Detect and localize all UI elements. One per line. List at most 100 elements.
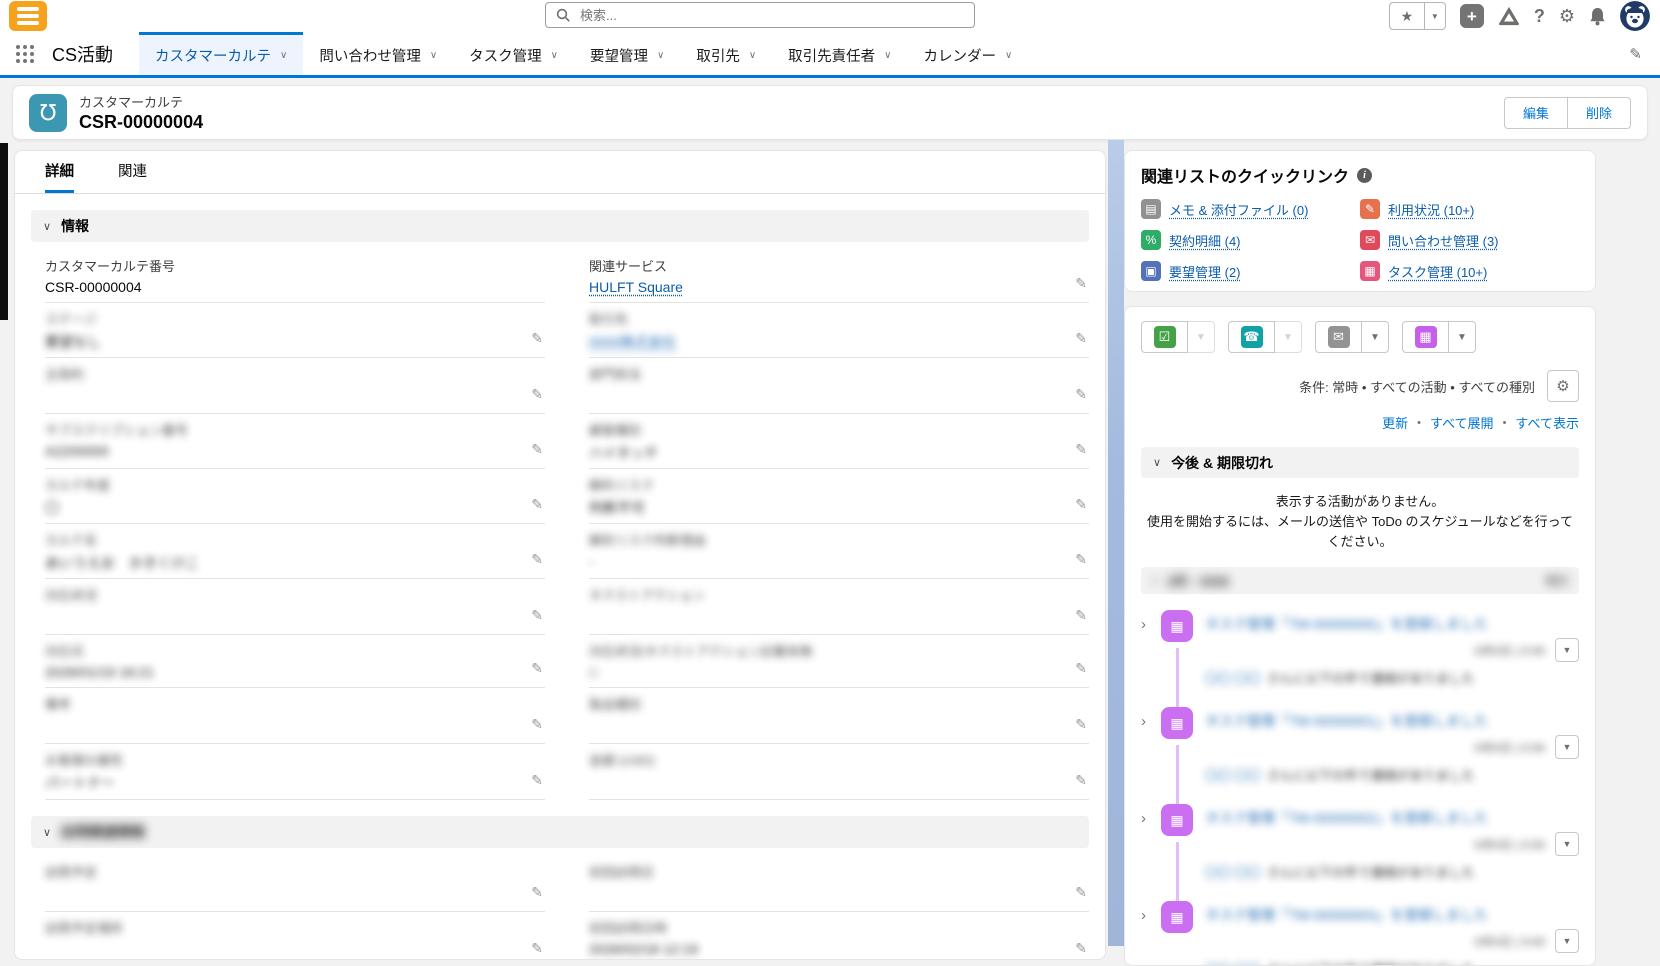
setup-gear-icon[interactable]: ⚙ (1559, 6, 1575, 27)
help-icon[interactable]: ? (1534, 6, 1545, 27)
nav-tab[interactable]: 問い合わせ管理 ∨ (303, 32, 453, 75)
related-list-quick-link[interactable]: ▣ 要望管理 (2) (1141, 261, 1360, 281)
timeline-collapse-button[interactable]: ▼ (1555, 735, 1579, 759)
related-list-quick-link[interactable]: ✉ 問い合わせ管理 (3) (1360, 230, 1579, 250)
action-dropdown-icon[interactable]: ▼ (1449, 321, 1476, 353)
chevron-down-icon[interactable]: ∨ (551, 50, 558, 61)
edit-pencil-icon[interactable]: ✎ (1075, 275, 1087, 292)
search-input[interactable] (578, 7, 964, 24)
refresh-link[interactable]: 更新 (1382, 413, 1408, 432)
edit-pencil-icon[interactable]: ✎ (1075, 940, 1087, 957)
log-a-call-button[interactable]: ☎ (1228, 321, 1275, 353)
edit-pencil-icon[interactable]: ✎ (1075, 330, 1087, 347)
edit-pencil-icon[interactable]: ✎ (531, 551, 543, 568)
edit-pencil-icon[interactable]: ✎ (1075, 386, 1087, 403)
nav-tab[interactable]: 要望管理 ∨ (574, 32, 680, 75)
notification-bell-icon[interactable] (1589, 7, 1606, 26)
chevron-down-icon[interactable]: ∨ (884, 50, 891, 61)
edit-pencil-icon[interactable]: ✎ (531, 772, 543, 789)
filter-gear-icon[interactable]: ⚙ (1547, 370, 1579, 402)
app-launcher-icon[interactable] (16, 45, 34, 63)
company-logo[interactable] (9, 1, 47, 31)
chevron-down-icon[interactable]: ∨ (1005, 50, 1012, 61)
new-event-button[interactable]: ▦ (1402, 321, 1449, 353)
edit-pencil-icon[interactable]: ✎ (1075, 551, 1087, 568)
edit-pencil-icon[interactable]: ✎ (1075, 441, 1087, 458)
edit-pencil-icon[interactable]: ✎ (531, 607, 543, 624)
delete-button[interactable]: 削除 (1567, 97, 1631, 129)
chevron-down-icon[interactable]: ∨ (749, 50, 756, 61)
edit-pencil-icon[interactable]: ✎ (1075, 607, 1087, 624)
favorites-dropdown-icon[interactable]: ▼ (1425, 2, 1446, 30)
timeline-user-link[interactable]: 〇〇 〇〇 (1205, 668, 1261, 687)
related-list-quick-link[interactable]: % 契約明細 (4) (1141, 230, 1360, 250)
edit-pencil-icon[interactable]: ✎ (1075, 496, 1087, 513)
nav-tab[interactable]: 取引先 ∨ (680, 32, 772, 75)
edit-navigation-pencil-icon[interactable]: ✎ (1629, 45, 1642, 63)
favorites-star-icon[interactable]: ★ (1389, 2, 1425, 30)
edit-pencil-icon[interactable]: ✎ (1075, 660, 1087, 677)
app-name: CS活動 (52, 41, 113, 67)
expand-all-link[interactable]: すべて展開 (1430, 413, 1494, 432)
nav-tab[interactable]: カスタマーカルテ ∨ (139, 32, 303, 75)
expand-chevron-icon[interactable]: › (1141, 907, 1157, 924)
email-button[interactable]: ✉ (1315, 321, 1362, 353)
visit-fields-grid: 訪問予定 ✎ 初回訪問日 ✎ 訪問予定場所 ✎ 初回訪問日時 2026/02/1… (15, 856, 1105, 960)
chevron-down-icon[interactable]: ∨ (280, 50, 287, 61)
timeline-title-link[interactable]: タスク管理「TM-00000002」を登録しました (1205, 808, 1488, 828)
edit-pencil-icon[interactable]: ✎ (1075, 716, 1087, 733)
edit-pencil-icon[interactable]: ✎ (531, 386, 543, 403)
action-dropdown-icon[interactable]: ▼ (1188, 321, 1215, 353)
global-add-icon[interactable]: + (1460, 4, 1484, 28)
edit-pencil-icon[interactable]: ✎ (531, 716, 543, 733)
global-search[interactable] (545, 2, 975, 28)
action-dropdown-icon[interactable]: ▼ (1362, 321, 1389, 353)
expand-chevron-icon[interactable]: › (1141, 810, 1157, 827)
user-avatar[interactable] (1620, 1, 1650, 31)
timeline-month-header[interactable]: ∨ 2月・2026 種別 (1141, 567, 1579, 594)
timeline-title-link[interactable]: タスク管理「TM-00000001」を登録しました (1205, 711, 1488, 731)
timeline-timestamp: 0月0日 | 0:00 (1475, 933, 1546, 950)
timeline-task-icon: ▦ (1161, 707, 1193, 739)
tab-related[interactable]: 関連 (118, 151, 147, 193)
action-dropdown-icon[interactable]: ▼ (1275, 321, 1302, 353)
timeline-title-link[interactable]: タスク管理「TM-00000003」を登録しました (1205, 905, 1488, 925)
edit-pencil-icon[interactable]: ✎ (531, 660, 543, 677)
related-list-quick-link[interactable]: ▦ タスク管理 (10+) (1360, 261, 1579, 281)
nav-tab[interactable]: カレンダー ∨ (907, 32, 1028, 75)
timeline-collapse-button[interactable]: ▼ (1555, 832, 1579, 856)
timeline-collapse-button[interactable]: ▼ (1555, 929, 1579, 953)
upcoming-overdue-header[interactable]: ∨ 今後 & 期限切れ (1141, 447, 1579, 478)
edit-pencil-icon[interactable]: ✎ (531, 940, 543, 957)
nav-tab[interactable]: タスク管理 ∨ (453, 32, 574, 75)
edit-button[interactable]: 編集 (1504, 97, 1567, 129)
related-list-quick-link[interactable]: ▤ メモ & 添付ファイル (0) (1141, 199, 1360, 219)
edit-pencil-icon[interactable]: ✎ (1075, 884, 1087, 901)
timeline-title-link[interactable]: タスク管理「TM-00000000」を登録しました (1205, 614, 1488, 634)
timeline-user-link[interactable]: 〇〇 〇〇 (1205, 959, 1261, 966)
related-list-quick-link[interactable]: ✎ 利用状況 (10+) (1360, 199, 1579, 219)
info-icon[interactable]: i (1357, 168, 1372, 183)
section-visit-header[interactable]: ∨ 訪問関連情報 (31, 816, 1089, 848)
chevron-down-icon[interactable]: ∨ (657, 50, 664, 61)
expand-chevron-icon[interactable]: › (1141, 616, 1157, 633)
nav-tab[interactable]: 取引先責任者 ∨ (772, 32, 907, 75)
timeline-user-link[interactable]: 〇〇 〇〇 (1205, 765, 1261, 784)
field-cell: 関連サービス HULFT Square ✎ (589, 250, 1089, 303)
edit-pencil-icon[interactable]: ✎ (1075, 772, 1087, 789)
edit-pencil-icon[interactable]: ✎ (531, 496, 543, 513)
timeline-user-link[interactable]: 〇〇 〇〇 (1205, 862, 1261, 881)
view-all-link[interactable]: すべて表示 (1515, 413, 1579, 432)
field-value: - (589, 553, 594, 571)
tab-details[interactable]: 詳細 (45, 151, 74, 193)
expand-chevron-icon[interactable]: › (1141, 713, 1157, 730)
edit-pencil-icon[interactable]: ✎ (531, 330, 543, 347)
section-info-header[interactable]: ∨ 情報 (31, 210, 1089, 242)
edit-pencil-icon[interactable]: ✎ (531, 884, 543, 901)
guidance-center-icon[interactable] (1498, 6, 1520, 26)
edit-pencil-icon[interactable]: ✎ (531, 441, 543, 458)
new-task-button[interactable]: ☑ (1141, 321, 1188, 353)
search-icon (556, 8, 570, 22)
timeline-collapse-button[interactable]: ▼ (1555, 638, 1579, 662)
chevron-down-icon[interactable]: ∨ (430, 50, 437, 61)
